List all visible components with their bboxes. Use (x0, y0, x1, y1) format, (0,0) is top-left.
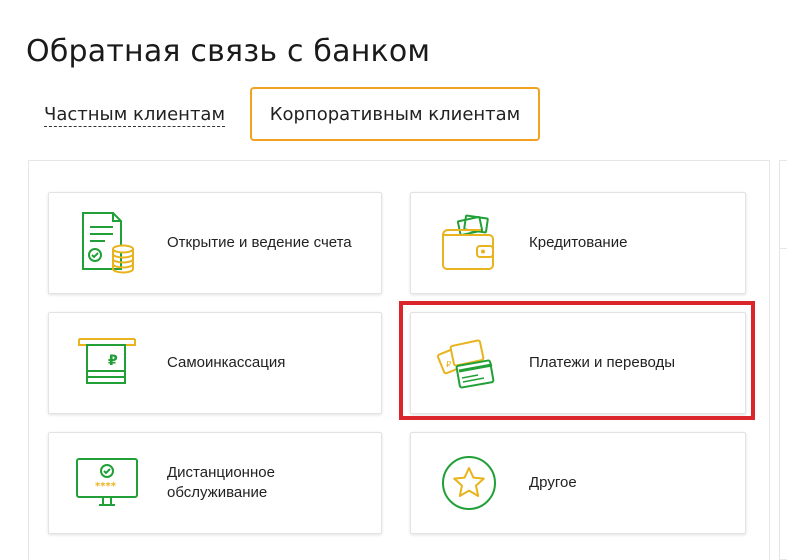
side-panel (779, 160, 787, 560)
tab-corporate-label: Корпоративным клиентам (269, 103, 521, 125)
card-label: Дистанционное обслуживание (167, 464, 275, 501)
monitor-icon: **** (71, 447, 143, 519)
card-label: Открытие и ведение счета (167, 234, 352, 251)
card-label: Платежи и переводы (529, 354, 676, 371)
card-label: Другое (529, 474, 577, 491)
card-payments-transfers[interactable]: ₽ Платежи и переводы (410, 312, 746, 414)
card-account-opening[interactable]: Открытие и ведение счета (48, 192, 382, 294)
page-title: Обратная связь с банком (26, 34, 431, 69)
client-tabs: Частным клиентам Корпоративным клиентам (0, 84, 787, 148)
side-divider (779, 248, 787, 249)
atm-cash-icon: ₽ (71, 327, 143, 399)
card-label: Самоинкассация (167, 354, 286, 371)
card-lending[interactable]: Кредитование (410, 192, 746, 294)
wallet-icon (433, 207, 505, 279)
card-self-collection[interactable]: ₽ Самоинкассация (48, 312, 382, 414)
svg-text:₽: ₽ (446, 360, 451, 369)
card-label: Кредитование (529, 234, 628, 251)
tab-private-clients[interactable]: Частным клиентам (44, 104, 226, 127)
svg-text:₽: ₽ (108, 353, 118, 369)
svg-text:****: **** (95, 481, 117, 492)
card-other[interactable]: Другое (410, 432, 746, 534)
star-icon (433, 447, 505, 519)
tab-corporate-clients[interactable]: Корпоративным клиентам (250, 87, 540, 141)
document-coins-icon (71, 207, 143, 279)
cards-payment-icon: ₽ (433, 327, 505, 399)
card-remote-service[interactable]: **** Дистанционное обслуживание (48, 432, 382, 534)
